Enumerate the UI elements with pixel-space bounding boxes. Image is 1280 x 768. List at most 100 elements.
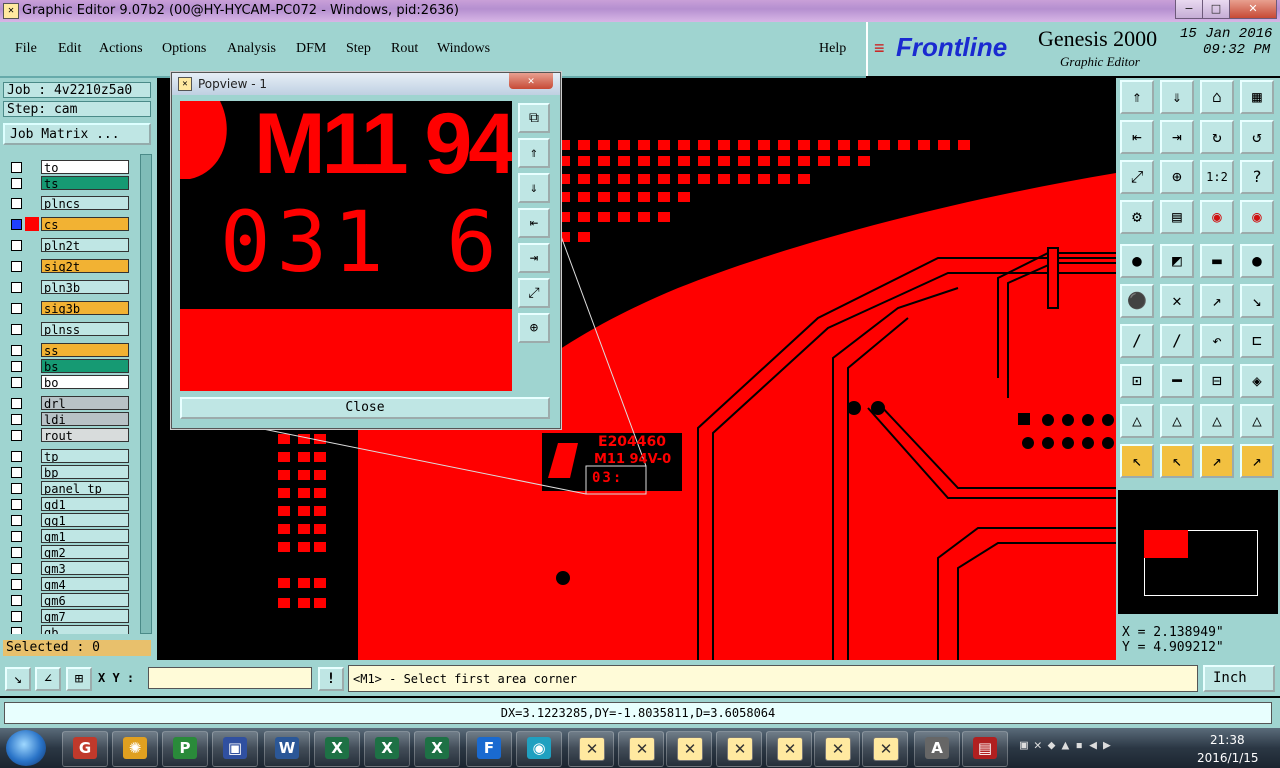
zoom-extent-icon[interactable]: ⤢: [1120, 160, 1154, 194]
layer-checkbox[interactable]: [11, 515, 22, 526]
task-genesis-3-icon[interactable]: ✕: [666, 731, 712, 767]
popview-close-button[interactable]: Close: [180, 397, 550, 419]
task-genesis-4-icon[interactable]: ✕: [716, 731, 762, 767]
start-button-icon[interactable]: [6, 730, 46, 766]
angle-icon[interactable]: ∠: [35, 667, 61, 691]
point-icon[interactable]: ●: [1240, 244, 1274, 278]
layer-row[interactable]: bs: [7, 359, 129, 374]
move-icon[interactable]: ↗: [1200, 284, 1234, 318]
triangle-4-icon[interactable]: △: [1240, 404, 1274, 438]
layer-row[interactable]: plnss: [7, 322, 129, 337]
select-icon[interactable]: ↖: [1120, 444, 1154, 478]
menu-windows[interactable]: Windows: [437, 41, 490, 57]
slash-icon[interactable]: ∕: [1160, 324, 1194, 358]
pan-right-icon[interactable]: ⇥: [1160, 120, 1194, 154]
layer-row[interactable]: gm2: [7, 545, 129, 560]
layer-checkbox[interactable]: [11, 499, 22, 510]
dash-icon[interactable]: ━: [1160, 364, 1194, 398]
layer-checkbox[interactable]: [11, 579, 22, 590]
triangle-3-icon[interactable]: △: [1200, 404, 1234, 438]
arc-icon[interactable]: ↶: [1200, 324, 1234, 358]
app-g-icon[interactable]: G: [62, 731, 108, 767]
connect-icon[interactable]: ⚫: [1120, 284, 1154, 318]
layer-list-scrollbar[interactable]: [140, 154, 152, 634]
select-2-icon[interactable]: ↖: [1160, 444, 1194, 478]
font-icon[interactable]: A: [914, 731, 960, 767]
box-icon[interactable]: ⊡: [1120, 364, 1154, 398]
popview-zoom-image[interactable]: M11 94 031 6: [180, 101, 512, 391]
excel-icon[interactable]: X: [314, 731, 360, 767]
layer-checkbox[interactable]: [11, 219, 22, 230]
layer-row[interactable]: bp: [7, 465, 129, 480]
menu-dfm[interactable]: DFM: [296, 41, 326, 57]
excel-2-icon[interactable]: X: [364, 731, 410, 767]
layer-row[interactable]: to: [7, 160, 129, 175]
popview-close-icon[interactable]: ✕: [509, 73, 553, 89]
layer-row[interactable]: pln2t: [7, 238, 129, 253]
select-4-icon[interactable]: ↗: [1240, 444, 1274, 478]
layer-row[interactable]: gm6: [7, 593, 129, 608]
shell-icon[interactable]: ✺: [112, 731, 158, 767]
line-icon[interactable]: ∕: [1120, 324, 1154, 358]
clock-date[interactable]: 2016/1/15: [1197, 751, 1259, 765]
pdf-icon[interactable]: ▤: [962, 731, 1008, 767]
task-genesis-2-icon[interactable]: ✕: [618, 731, 664, 767]
popview-title-bar[interactable]: ✕ Popview - 1 ✕: [172, 73, 560, 95]
layer-row[interactable]: sig2t: [7, 259, 129, 274]
layer-row[interactable]: panel_tp: [7, 481, 129, 496]
layer-row[interactable]: ss: [7, 343, 129, 358]
triangle-2-icon[interactable]: △: [1160, 404, 1194, 438]
redraw-icon[interactable]: ↻: [1200, 120, 1234, 154]
clock-time[interactable]: 21:38: [1210, 733, 1245, 747]
menu-options[interactable]: Options: [162, 41, 206, 57]
layer-checkbox[interactable]: [11, 377, 22, 388]
pop-zoom-icon[interactable]: ⤢: [518, 278, 550, 308]
measure-icon[interactable]: ▬: [1200, 244, 1234, 278]
layer-toggle-icon[interactable]: ◉: [1200, 200, 1234, 234]
zoom-out-icon[interactable]: ⇓: [1160, 80, 1194, 114]
layer-checkbox[interactable]: [11, 282, 22, 293]
delete-icon[interactable]: ✕: [1160, 284, 1194, 318]
task-genesis-6-icon[interactable]: ✕: [814, 731, 860, 767]
settings-icon[interactable]: ⚙: [1120, 200, 1154, 234]
xy-input[interactable]: [148, 667, 312, 689]
task-genesis-icon[interactable]: ✕: [568, 731, 614, 767]
grid-icon[interactable]: ⊞: [66, 667, 92, 691]
p-app-icon[interactable]: P: [162, 731, 208, 767]
layer-row[interactable]: gm7: [7, 609, 129, 624]
layer-row[interactable]: bo: [7, 375, 129, 390]
snap-icon[interactable]: ↘: [5, 667, 31, 691]
task-genesis-5-icon[interactable]: ✕: [766, 731, 812, 767]
layer-row[interactable]: ldi: [7, 412, 129, 427]
layer-checkbox[interactable]: [11, 162, 22, 173]
menu-edit[interactable]: Edit: [58, 41, 81, 57]
layer-row[interactable]: drl: [7, 396, 129, 411]
layer-checkbox[interactable]: [11, 198, 22, 209]
layer-checkbox[interactable]: [11, 178, 22, 189]
layer-checkbox[interactable]: [11, 430, 22, 441]
layer-checkbox[interactable]: [11, 483, 22, 494]
layer-checkbox[interactable]: [11, 595, 22, 606]
layer-checkbox[interactable]: [11, 627, 22, 634]
layer-row[interactable]: ts: [7, 176, 129, 191]
layer-checkbox[interactable]: [11, 361, 22, 372]
layer-checkbox[interactable]: [11, 451, 22, 462]
pop-up-icon[interactable]: ⇑: [518, 138, 550, 168]
layer-checkbox[interactable]: [11, 261, 22, 272]
window-title-bar[interactable]: ✕ Graphic Editor 9.07b2 (00@HY-HYCAM-PC0…: [0, 0, 1280, 22]
menu-rout[interactable]: Rout: [391, 41, 418, 57]
select-3-icon[interactable]: ↗: [1200, 444, 1234, 478]
word-icon[interactable]: W: [264, 731, 310, 767]
layer-toggle-2-icon[interactable]: ◉: [1240, 200, 1274, 234]
undo-view-icon[interactable]: ↺: [1240, 120, 1274, 154]
layer-checkbox[interactable]: [11, 563, 22, 574]
grid-icon[interactable]: ▤: [1160, 200, 1194, 234]
feature-icon[interactable]: ◩: [1160, 244, 1194, 278]
layer-row[interactable]: gg1: [7, 513, 129, 528]
pop-right-icon[interactable]: ⇥: [518, 243, 550, 273]
menu-help[interactable]: Help: [819, 41, 846, 57]
pop-down-icon[interactable]: ⇓: [518, 173, 550, 203]
layer-checkbox[interactable]: [11, 398, 22, 409]
layer-row[interactable]: cs: [7, 217, 129, 232]
layer-row[interactable]: pln3b: [7, 280, 129, 295]
